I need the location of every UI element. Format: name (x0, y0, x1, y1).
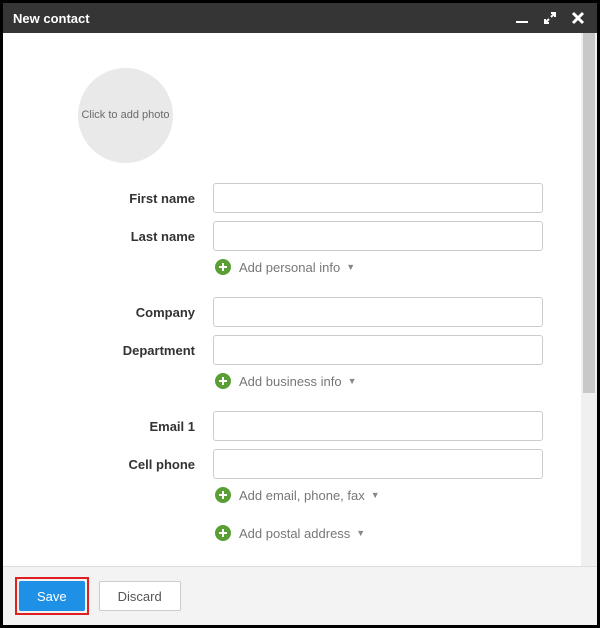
add-postal-address-button[interactable]: Add postal address ▼ (215, 525, 561, 541)
email1-label: Email 1 (23, 419, 213, 434)
chevron-down-icon: ▼ (371, 490, 380, 500)
chevron-down-icon: ▼ (356, 528, 365, 538)
minimize-icon[interactable] (513, 9, 531, 27)
add-postal-address-label: Add postal address (239, 526, 350, 541)
discard-button[interactable]: Discard (99, 581, 181, 611)
dialog-new-contact: New contact Click to add photo First nam… (0, 0, 600, 628)
save-button[interactable]: Save (19, 581, 85, 611)
titlebar: New contact (3, 3, 597, 33)
add-photo-button[interactable]: Click to add photo (78, 68, 173, 163)
add-photo-label: Click to add photo (81, 108, 169, 122)
first-name-input[interactable] (213, 183, 543, 213)
department-input[interactable] (213, 335, 543, 365)
cell-phone-label: Cell phone (23, 457, 213, 472)
maximize-icon[interactable] (541, 9, 559, 27)
window-title: New contact (13, 11, 90, 26)
add-business-info-button[interactable]: Add business info ▼ (215, 373, 561, 389)
plus-icon (215, 487, 231, 503)
chevron-down-icon: ▼ (346, 262, 355, 272)
company-input[interactable] (213, 297, 543, 327)
save-highlight: Save (15, 577, 89, 615)
add-personal-info-button[interactable]: Add personal info ▼ (215, 259, 561, 275)
chevron-down-icon: ▼ (348, 376, 357, 386)
plus-icon (215, 373, 231, 389)
last-name-input[interactable] (213, 221, 543, 251)
form-scroll-area: Click to add photo First name Last name … (3, 33, 581, 566)
scrollbar-thumb[interactable] (583, 33, 595, 393)
plus-icon (215, 525, 231, 541)
dialog-footer: Save Discard (3, 566, 597, 625)
add-contact-info-label: Add email, phone, fax (239, 488, 365, 503)
add-personal-info-label: Add personal info (239, 260, 340, 275)
plus-icon (215, 259, 231, 275)
cell-phone-input[interactable] (213, 449, 543, 479)
email1-input[interactable] (213, 411, 543, 441)
first-name-label: First name (23, 191, 213, 206)
add-contact-info-button[interactable]: Add email, phone, fax ▼ (215, 487, 561, 503)
last-name-label: Last name (23, 229, 213, 244)
scrollbar[interactable] (581, 33, 597, 566)
department-label: Department (23, 343, 213, 358)
add-business-info-label: Add business info (239, 374, 342, 389)
company-label: Company (23, 305, 213, 320)
close-icon[interactable] (569, 9, 587, 27)
